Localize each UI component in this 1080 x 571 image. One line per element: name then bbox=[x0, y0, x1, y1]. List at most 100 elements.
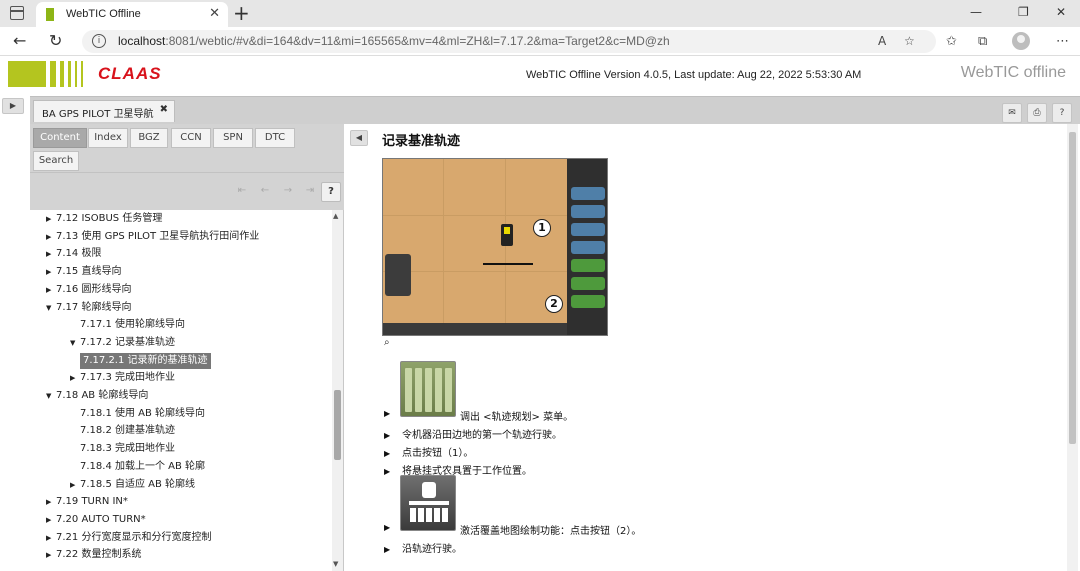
email-icon[interactable]: ✉ bbox=[1002, 103, 1022, 123]
claas-logo: CLAAS bbox=[8, 61, 188, 87]
toc-item-label: 7.17.3 完成田地作业 bbox=[80, 372, 175, 384]
url-text[interactable]: localhost:8081/webtic/#v&di=164&dv=11&mi… bbox=[118, 34, 670, 48]
tab-spn[interactable]: SPN bbox=[213, 128, 253, 148]
toc-item-label: 7.18.1 使用 AB 轮廓线导向 bbox=[80, 407, 206, 419]
refresh-icon[interactable]: ↻ bbox=[49, 31, 62, 50]
tab-index[interactable]: Index bbox=[88, 128, 128, 148]
content-scrollbar[interactable] bbox=[1067, 124, 1078, 571]
collapse-nav-icon[interactable]: ◀ bbox=[350, 130, 368, 146]
info-icon[interactable]: i bbox=[92, 34, 106, 48]
read-aloud-icon[interactable]: A bbox=[878, 34, 886, 48]
document-content: 记录基准轨迹 1 2 ⌕ ▶ 调出 <轨迹规划> 菜单。 ▶ 令机器沿田边地的第… bbox=[372, 124, 1066, 571]
expand-arrow-icon[interactable]: ▶ bbox=[46, 494, 56, 510]
tractor-icon bbox=[501, 224, 513, 246]
toc-help-button[interactable]: ? bbox=[321, 182, 341, 202]
collapse-arrow-icon[interactable]: ▼ bbox=[46, 300, 56, 316]
expand-arrow-icon[interactable]: ▶ bbox=[70, 477, 80, 493]
help-icon[interactable]: ? bbox=[1052, 103, 1072, 123]
implement-line bbox=[483, 263, 533, 265]
expand-arrow-icon[interactable]: ▶ bbox=[46, 512, 56, 528]
sidebar-toggle-icon[interactable]: ▶ bbox=[2, 98, 24, 114]
expand-arrow-icon[interactable]: ▶ bbox=[46, 282, 56, 298]
expand-arrow-icon[interactable]: ▶ bbox=[70, 370, 80, 386]
toc-item-label: 7.19 TURN IN* bbox=[56, 496, 128, 508]
tab-search[interactable]: Search bbox=[33, 151, 79, 171]
toc-item[interactable]: 7.18.1 使用 AB 轮廓线导向 bbox=[70, 406, 205, 422]
expand-arrow-icon[interactable]: ▶ bbox=[46, 246, 56, 262]
toc-item-label: 7.17 轮廓线导向 bbox=[56, 301, 132, 313]
expand-arrow-icon[interactable]: ▶ bbox=[46, 264, 56, 280]
collapse-arrow-icon[interactable]: ▼ bbox=[46, 388, 56, 404]
browser-tab[interactable]: WebTIC Offline ✕ bbox=[36, 2, 228, 27]
toc-item[interactable]: ▶ 7.14 极限 bbox=[46, 246, 101, 262]
minimize-icon[interactable]: — bbox=[970, 5, 982, 19]
collections-icon[interactable]: ⧉ bbox=[978, 34, 987, 49]
toc-scroll-thumb[interactable] bbox=[334, 390, 341, 460]
terminal-screenshot[interactable]: 1 2 bbox=[382, 158, 608, 336]
toc-item[interactable]: ▶ 7.16 圆形线导向 bbox=[46, 282, 131, 298]
bullet-arrow-icon: ▶ bbox=[384, 467, 391, 476]
next-page-icon[interactable]: → bbox=[278, 182, 298, 202]
toc-item-label: 7.18 AB 轮廓线导向 bbox=[56, 390, 149, 401]
version-info: WebTIC Offline Version 4.0.5, Last updat… bbox=[526, 69, 862, 81]
toc-item[interactable]: 7.17.1 使用轮廓线导向 bbox=[70, 317, 185, 333]
bullet-arrow-icon: ▶ bbox=[384, 523, 391, 532]
tab-ccn[interactable]: CCN bbox=[171, 128, 211, 148]
toc-item[interactable]: 7.18.2 创建基准轨迹 bbox=[70, 423, 175, 439]
toc-item[interactable]: 7.18.4 加载上一个 AB 轮廓 bbox=[70, 459, 205, 475]
restore-icon[interactable]: ❐ bbox=[1018, 5, 1029, 19]
step-item: ▶ 沿轨迹行驶。 bbox=[384, 540, 462, 555]
favorites-icon[interactable]: ✩ bbox=[946, 34, 957, 49]
toc-scrollbar[interactable]: ▲ ▼ bbox=[332, 210, 343, 571]
step-text: 沿轨迹行驶。 bbox=[402, 544, 462, 555]
step-text: 调出 <轨迹规划> 菜单。 bbox=[460, 412, 574, 423]
toc-item[interactable]: ▶ 7.15 直线导向 bbox=[46, 264, 121, 280]
claas-wordmark: CLAAS bbox=[98, 64, 162, 83]
toc-item[interactable]: ▼ 7.18 AB 轮廓线导向 bbox=[46, 388, 148, 404]
document-tab-label: BA GPS PILOT 卫星导航 bbox=[42, 109, 154, 120]
url-field[interactable]: i localhost:8081/webtic/#v&di=164&dv=11&… bbox=[82, 30, 936, 53]
tab-bgz[interactable]: BGZ bbox=[130, 128, 168, 148]
previous-page-icon[interactable]: ← bbox=[255, 182, 275, 202]
toc-item[interactable]: ▼ 7.17 轮廓线导向 bbox=[46, 300, 131, 316]
bullet-arrow-icon: ▶ bbox=[384, 545, 391, 554]
first-page-icon[interactable]: ⇤ bbox=[232, 182, 252, 202]
toc-item[interactable]: ▼ 7.17.2 记录基准轨迹 bbox=[70, 335, 175, 351]
profile-avatar[interactable] bbox=[1012, 32, 1030, 50]
toc-item[interactable]: ▶ 7.22 数量控制系统 bbox=[46, 547, 141, 563]
close-window-icon[interactable]: ✕ bbox=[1056, 5, 1066, 19]
collapse-arrow-icon[interactable]: ▼ bbox=[70, 335, 80, 351]
back-icon[interactable]: ← bbox=[13, 31, 26, 50]
toc-item[interactable]: ▶ 7.13 使用 GPS PILOT 卫星导航执行田间作业 bbox=[46, 229, 259, 245]
terminal-bottom-bar bbox=[383, 323, 567, 335]
last-page-icon[interactable]: ⇥ bbox=[300, 182, 320, 202]
toc-item[interactable]: ▶ 7.21 分行宽度显示和分行宽度控制 bbox=[46, 530, 211, 546]
new-tab-button[interactable]: + bbox=[233, 1, 250, 25]
toc-item[interactable]: ▶ 7.20 AUTO TURN* bbox=[46, 512, 146, 528]
toc-item-label: 7.21 分行宽度显示和分行宽度控制 bbox=[56, 531, 212, 543]
toc-item[interactable]: ▶ 7.12 ISOBUS 任务管理 bbox=[46, 211, 162, 227]
tab-dtc[interactable]: DTC bbox=[255, 128, 295, 148]
zoom-image-icon[interactable]: ⌕ bbox=[384, 337, 390, 348]
toc-item[interactable]: ▶ 7.18.5 自适应 AB 轮廓线 bbox=[70, 477, 195, 493]
expand-arrow-icon[interactable]: ▶ bbox=[46, 211, 56, 227]
toc-item[interactable]: ▶ 7.17.3 完成田地作业 bbox=[70, 370, 175, 386]
toc-item[interactable]: ▶ 7.19 TURN IN* bbox=[46, 494, 128, 510]
window-menu-icon[interactable] bbox=[10, 6, 24, 20]
expand-arrow-icon[interactable]: ▶ bbox=[46, 530, 56, 546]
toc-item[interactable]: 7.17.2.1 记录新的基准轨迹 bbox=[80, 352, 211, 369]
bullet-arrow-icon: ▶ bbox=[384, 431, 391, 440]
content-scroll-thumb[interactable] bbox=[1069, 132, 1076, 444]
toc-item[interactable]: 7.18.3 完成田地作业 bbox=[70, 441, 175, 457]
print-icon[interactable]: ⎙ bbox=[1027, 103, 1047, 123]
product-name: WebTIC offline bbox=[960, 64, 1066, 81]
favorite-add-icon[interactable]: ☆ bbox=[904, 34, 915, 48]
document-tab[interactable]: BA GPS PILOT 卫星导航 ✖ bbox=[33, 100, 175, 122]
more-menu-icon[interactable]: ⋯ bbox=[1056, 34, 1069, 49]
tab-content[interactable]: Content bbox=[33, 128, 87, 148]
expand-arrow-icon[interactable]: ▶ bbox=[46, 547, 56, 563]
close-document-icon[interactable]: ✖ bbox=[160, 104, 168, 115]
close-tab-icon[interactable]: ✕ bbox=[209, 6, 220, 21]
toc-item-label: 7.15 直线导向 bbox=[56, 266, 122, 278]
expand-arrow-icon[interactable]: ▶ bbox=[46, 229, 56, 245]
